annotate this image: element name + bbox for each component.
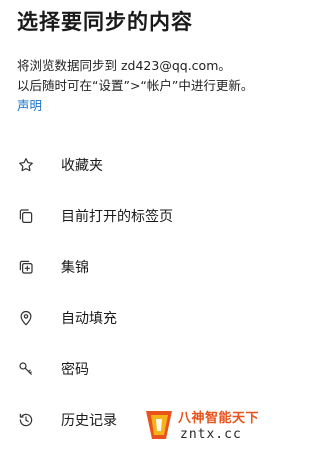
location-pin-icon	[17, 309, 35, 327]
watermark-subtitle: zntx.cc	[180, 427, 242, 442]
description-line-1: 将浏览数据同步到 zd423@qq.com。	[17, 58, 231, 73]
sync-items-list: 收藏夹 目前打开的标签页 集锦 自动填充 密码 历史记录	[0, 139, 282, 445]
key-icon	[17, 360, 35, 378]
sync-item-autofill[interactable]: 自动填充	[0, 292, 282, 343]
star-icon	[17, 156, 35, 174]
sync-description: 将浏览数据同步到 zd423@qq.com。 以后随时可在“设置”>“帐户”中进…	[17, 56, 253, 96]
sync-item-label: 收藏夹	[61, 157, 103, 174]
sync-item-label: 历史记录	[61, 412, 117, 429]
sync-item-passwords[interactable]: 密码	[0, 343, 282, 394]
description-line-2: 以后随时可在“设置”>“帐户”中进行更新。	[17, 78, 254, 93]
history-icon	[17, 411, 35, 429]
watermark-overlay: 八神智能天下 zntx.cc	[138, 401, 282, 451]
watermark-title: 八神智能天下	[178, 411, 260, 426]
watermark-logo-icon	[146, 411, 172, 439]
sync-item-label: 集锦	[61, 259, 89, 276]
page-title: 选择要同步的内容	[17, 10, 193, 34]
sync-item-label: 自动填充	[61, 310, 117, 327]
collections-icon	[17, 258, 35, 276]
sync-item-label: 目前打开的标签页	[61, 208, 173, 225]
statement-link[interactable]: 声明	[17, 95, 42, 114]
sync-item-favorites[interactable]: 收藏夹	[0, 139, 282, 190]
sync-item-open-tabs[interactable]: 目前打开的标签页	[0, 190, 282, 241]
tabs-icon	[17, 207, 35, 225]
sync-item-label: 密码	[61, 361, 89, 378]
sync-settings-page: 选择要同步的内容 将浏览数据同步到 zd423@qq.com。 以后随时可在“设…	[0, 0, 282, 456]
sync-item-collections[interactable]: 集锦	[0, 241, 282, 292]
